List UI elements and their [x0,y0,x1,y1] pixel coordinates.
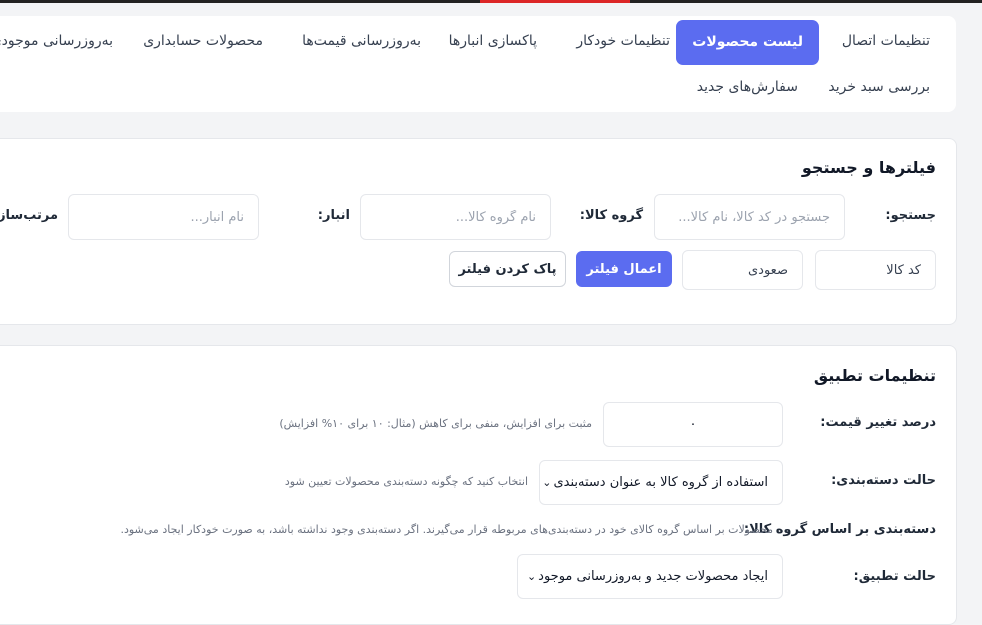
tab-cart-review[interactable]: بررسی سبد خرید [828,79,930,95]
category-mode-select[interactable]: استفاده از گروه کالا به عنوان دسته‌بندی … [539,460,783,505]
price-change-input[interactable] [603,402,783,447]
window-top-border [0,0,982,3]
apply-mode-select[interactable]: ایجاد محصولات جدید و به‌روزرسانی موجود ⌄ [517,554,783,599]
filters-card: فیلترها و جستجو جستجو: گروه کالا: انبار:… [0,138,957,325]
filters-title: فیلترها و جستجو [801,158,936,177]
sort-order-select[interactable]: صعودی [682,250,803,290]
sort-field-select[interactable]: کد کالا [815,250,936,290]
active-indicator [480,0,630,3]
apply-filter-button[interactable]: اعمال فیلتر [576,251,672,287]
sort-field-value: کد کالا [886,262,921,278]
apply-settings-card: تنظیمات تطبیق درصد تغییر قیمت: مثبت برای… [0,345,957,625]
tab-accounting-products[interactable]: محصولات حسابداری [143,33,263,49]
warehouse-label: انبار: [317,208,350,223]
tab-stock-update[interactable]: به‌روزرسانی موجودی [0,33,113,49]
apply-settings-title: تنظیمات تطبیق [813,366,936,385]
clear-filter-button[interactable]: پاک کردن فیلتر [449,251,566,287]
category-mode-hint: انتخاب کنید که چگونه دسته‌بندی محصولات ت… [284,475,528,488]
apply-mode-label: حالت تطبیق: [853,569,937,584]
apply-mode-value: ایجاد محصولات جدید و به‌روزرسانی موجود [538,569,768,584]
category-by-group-description: محصولات بر اساس گروه کالای خود در دسته‌ب… [120,523,773,536]
category-mode-value: استفاده از گروه کالا به عنوان دسته‌بندی [553,475,768,490]
category-mode-label: حالت دسته‌بندی: [831,473,936,488]
search-input[interactable] [654,194,845,240]
price-change-hint: مثبت برای افزایش، منفی برای کاهش (مثال: … [279,417,592,430]
tab-product-list[interactable]: لیست محصولات [676,20,819,65]
chevron-down-icon: ⌄ [542,476,552,489]
tab-warehouse-cleanup[interactable]: پاکسازی انبارها [449,33,537,49]
tab-connection-settings[interactable]: تنظیمات اتصال [842,33,930,49]
sort-order-value: صعودی [748,262,788,278]
tab-new-orders[interactable]: سفارش‌های جدید [697,79,798,95]
tab-auto-settings[interactable]: تنظیمات خودکار [576,33,670,49]
price-change-label: درصد تغییر قیمت: [820,415,936,430]
product-group-input[interactable] [360,194,551,240]
tab-price-update[interactable]: به‌روزرسانی قیمت‌ها [302,33,421,49]
product-group-label: گروه کالا: [579,208,643,223]
sort-label: مرتب‌سازی: [0,208,58,223]
tab-bar: تنظیمات اتصال لیست محصولات تنظیمات خودکا… [0,16,956,112]
chevron-down-icon: ⌄ [526,570,537,583]
warehouse-input[interactable] [68,194,259,240]
search-label: جستجو: [885,208,936,223]
